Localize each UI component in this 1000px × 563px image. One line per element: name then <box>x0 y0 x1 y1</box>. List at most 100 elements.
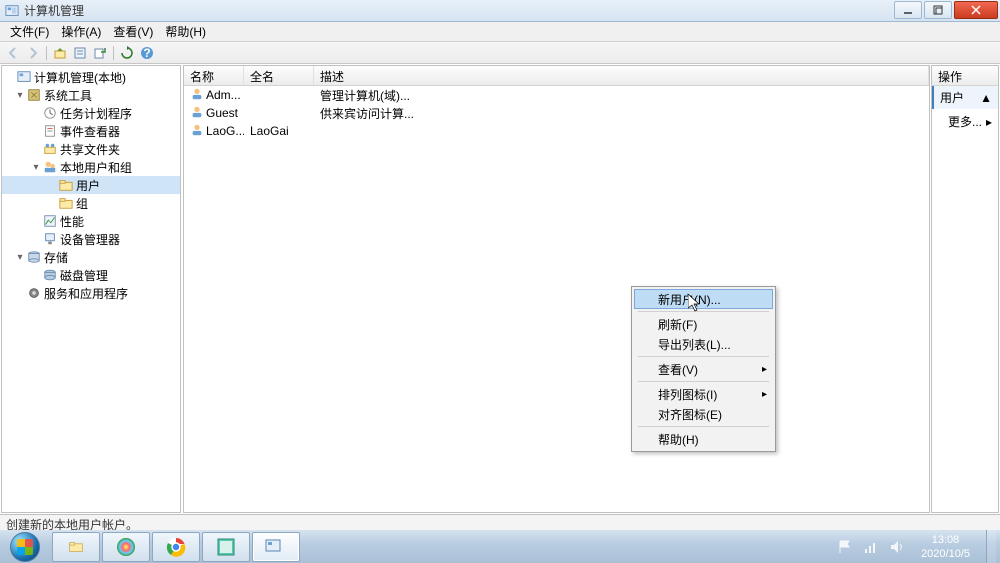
collapse-icon: ▲ <box>980 91 992 105</box>
user-icon <box>190 123 204 140</box>
tree-node[interactable]: ▾系统工具 <box>2 86 180 104</box>
taskbar-explorer[interactable] <box>52 532 100 562</box>
window-title: 计算机管理 <box>24 2 894 19</box>
taskbar-browser1[interactable] <box>102 532 150 562</box>
tree-label: 性能 <box>60 213 84 230</box>
folder-icon <box>58 177 74 193</box>
list-pane[interactable]: 名称 全名 描述 Adm... 管理计算机(域)...Guest供来宾访问计算..… <box>183 65 930 513</box>
tree-label: 设备管理器 <box>60 231 120 248</box>
ctx-item[interactable]: 导出列表(L)... <box>634 334 773 354</box>
users-icon <box>42 159 58 175</box>
ctx-separator <box>638 381 769 382</box>
start-orb-icon <box>10 532 40 562</box>
tree-node[interactable]: ▾本地用户和组 <box>2 158 180 176</box>
actions-group-label: 用户 <box>940 89 964 106</box>
tree-node[interactable]: 用户 <box>2 176 180 194</box>
help-button[interactable]: ? <box>138 44 156 62</box>
ctx-label: 对齐图标(E) <box>658 406 722 423</box>
menu-file[interactable]: 文件(F) <box>4 21 55 42</box>
close-button[interactable] <box>954 1 998 19</box>
tree-node[interactable]: 任务计划程序 <box>2 104 180 122</box>
tray-network-icon[interactable] <box>863 539 879 555</box>
actions-more[interactable]: 更多... ▸ <box>932 109 998 134</box>
tray-volume-icon[interactable] <box>889 539 905 555</box>
col-name[interactable]: 名称 <box>184 66 244 85</box>
list-row[interactable]: Adm... 管理计算机(域)... <box>184 86 929 104</box>
ctx-separator <box>638 356 769 357</box>
col-fullname[interactable]: 全名 <box>244 66 314 85</box>
ctx-label: 帮助(H) <box>658 431 699 448</box>
ctx-label: 导出列表(L)... <box>658 336 731 353</box>
cell-name: Adm... <box>206 88 241 102</box>
taskbar-clock[interactable]: 13:08 2020/10/5 <box>915 533 976 561</box>
ctx-label: 刷新(F) <box>658 316 697 333</box>
cell-desc: 管理计算机(域)... <box>314 87 929 104</box>
tree-node[interactable]: 磁盘管理 <box>2 266 180 284</box>
ctx-item[interactable]: 刷新(F) <box>634 314 773 334</box>
ctx-item[interactable]: 对齐图标(E) <box>634 404 773 424</box>
tree-label: 磁盘管理 <box>60 267 108 284</box>
system-tray: 13:08 2020/10/5 <box>833 530 1000 563</box>
list-row[interactable]: LaoG...LaoGai <box>184 122 929 140</box>
ctx-label: 新用户(N)... <box>658 291 721 308</box>
minimize-button[interactable] <box>894 1 922 19</box>
tree-node[interactable]: 服务和应用程序 <box>2 284 180 302</box>
tree-node[interactable]: 共享文件夹 <box>2 140 180 158</box>
export-button[interactable] <box>91 44 109 62</box>
list-header: 名称 全名 描述 <box>184 66 929 86</box>
titlebar: 计算机管理 <box>0 0 1000 22</box>
actions-header: 操作 <box>932 66 998 86</box>
toolbar: ? <box>0 42 1000 64</box>
properties-button[interactable] <box>71 44 89 62</box>
tree-node[interactable]: 组 <box>2 194 180 212</box>
tree-node[interactable]: 性能 <box>2 212 180 230</box>
menu-action[interactable]: 操作(A) <box>55 21 107 42</box>
ctx-separator <box>638 426 769 427</box>
tray-flag-icon[interactable] <box>837 539 853 555</box>
tree-node[interactable]: 设备管理器 <box>2 230 180 248</box>
taskbar-chrome[interactable] <box>152 532 200 562</box>
tools-icon <box>26 87 42 103</box>
actions-more-label: 更多... <box>948 113 982 130</box>
svg-text:?: ? <box>143 46 150 60</box>
tree-label: 事件查看器 <box>60 123 120 140</box>
list-row[interactable]: Guest供来宾访问计算... <box>184 104 929 122</box>
actions-group-user[interactable]: 用户 ▲ <box>932 86 998 109</box>
chevron-right-icon: ▸ <box>986 115 992 129</box>
ctx-item[interactable]: 查看(V)▸ <box>634 359 773 379</box>
refresh-button[interactable] <box>118 44 136 62</box>
tree-label: 服务和应用程序 <box>44 285 128 302</box>
ctx-separator <box>638 311 769 312</box>
show-desktop-button[interactable] <box>986 530 996 563</box>
menu-view[interactable]: 查看(V) <box>107 21 159 42</box>
ctx-item[interactable]: 新用户(N)... <box>634 289 773 309</box>
ctx-item[interactable]: 排列图标(I)▸ <box>634 384 773 404</box>
event-icon <box>42 123 58 139</box>
menu-help[interactable]: 帮助(H) <box>159 21 212 42</box>
maximize-button[interactable] <box>924 1 952 19</box>
cell-name: Guest <box>206 106 238 120</box>
taskbar: 13:08 2020/10/5 <box>0 530 1000 563</box>
ctx-item[interactable]: 帮助(H) <box>634 429 773 449</box>
tree-label: 组 <box>76 195 88 212</box>
task-icon <box>42 105 58 121</box>
tree-label: 存储 <box>44 249 68 266</box>
tree-label: 本地用户和组 <box>60 159 132 176</box>
taskbar-notes[interactable] <box>202 532 250 562</box>
cell-fullname: LaoGai <box>244 124 314 138</box>
tree-twisty-icon: ▾ <box>14 90 26 101</box>
nav-back-button[interactable] <box>4 44 22 62</box>
clock-date: 2020/10/5 <box>921 547 970 561</box>
start-button[interactable] <box>0 530 50 563</box>
up-level-button[interactable] <box>51 44 69 62</box>
tree-node[interactable]: 事件查看器 <box>2 122 180 140</box>
list-rows: Adm... 管理计算机(域)...Guest供来宾访问计算...LaoG...L… <box>184 86 929 140</box>
tree-node[interactable]: 计算机管理(本地) <box>2 68 180 86</box>
tree-node[interactable]: ▾存储 <box>2 248 180 266</box>
taskbar-active-app[interactable] <box>252 532 300 562</box>
user-icon <box>190 87 204 104</box>
col-desc[interactable]: 描述 <box>314 66 929 85</box>
nav-forward-button[interactable] <box>24 44 42 62</box>
share-icon <box>42 141 58 157</box>
tree-pane[interactable]: 计算机管理(本地)▾系统工具任务计划程序事件查看器共享文件夹▾本地用户和组用户组… <box>1 65 181 513</box>
